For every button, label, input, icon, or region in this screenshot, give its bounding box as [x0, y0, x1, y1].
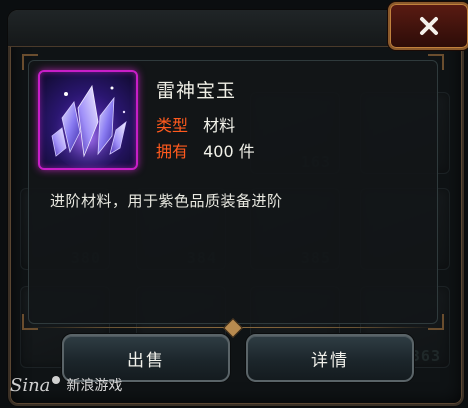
close-x-icon [420, 17, 438, 35]
sina-logo: Sina [10, 374, 51, 396]
detail-button[interactable]: 详情 [246, 334, 414, 382]
item-owned-value: 400 件 [203, 142, 255, 161]
item-type-label: 类型 [156, 116, 189, 135]
rarity-corner [122, 72, 136, 86]
rarity-corner [40, 154, 54, 168]
dialog-header-bar [8, 10, 400, 47]
item-name: 雷神宝玉 [156, 80, 237, 102]
item-icon-frame [38, 70, 138, 170]
rarity-corner [40, 72, 54, 86]
item-type-row: 类型 材料 [156, 112, 235, 136]
item-type-value: 材料 [203, 116, 236, 135]
watermark-text: 新浪游戏 [66, 378, 123, 394]
frame-corner [428, 54, 444, 70]
item-description: 进阶材料，用于紫色品质装备进阶 [50, 192, 283, 210]
item-owned-label: 拥有 [156, 142, 189, 161]
frame-corner [22, 54, 38, 70]
sina-eye-icon [52, 376, 61, 384]
watermark: Sina 新浪游戏 [10, 374, 122, 396]
item-owned-row: 拥有 400 件 [156, 138, 255, 162]
close-button[interactable] [388, 2, 468, 50]
rarity-corner [122, 154, 136, 168]
